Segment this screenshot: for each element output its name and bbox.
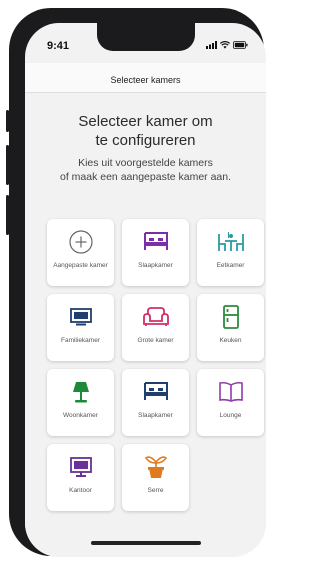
subtitle-line-2: of maak een aangepaste kamer aan. xyxy=(59,171,232,183)
room-label: Keuken xyxy=(219,337,242,344)
room-label: Grote kamer xyxy=(137,337,174,344)
screen: 9:41 Selecteer kamers Selecteer kamer om… xyxy=(25,23,266,557)
system-icons xyxy=(206,41,248,49)
page-heading: Selecteer kamer om te configureren xyxy=(25,112,266,150)
book-icon xyxy=(218,381,243,402)
room-label: Lounge xyxy=(219,412,242,419)
room-tile-slaapkamer[interactable]: Slaapkamer xyxy=(122,219,189,286)
fridge-icon xyxy=(222,305,239,329)
room-tile-serre[interactable]: Serre xyxy=(122,444,189,511)
plant-icon xyxy=(144,456,167,478)
wifi-icon xyxy=(220,41,230,49)
main-content: Selecteer kamer om te configureren Kies … xyxy=(25,94,266,557)
home-indicator[interactable] xyxy=(91,541,201,545)
device-notch xyxy=(97,23,195,51)
room-label: Slaapkamer xyxy=(138,412,173,419)
monitor-icon xyxy=(69,457,92,477)
sofa-icon xyxy=(142,307,169,326)
room-tile-kantoor[interactable]: Kantoor xyxy=(47,444,114,511)
room-tile-custom[interactable]: Aangepaste kamer xyxy=(47,219,114,286)
room-tile-lounge[interactable]: Lounge xyxy=(197,369,264,436)
room-tile-eetkamer[interactable]: Eetkamer xyxy=(197,219,264,286)
room-tile-grote-kamer[interactable]: Grote kamer xyxy=(122,294,189,361)
device-frame: 9:41 Selecteer kamers Selecteer kamer om… xyxy=(9,8,266,557)
room-label: Serre xyxy=(147,487,164,494)
heading-line-2: te configureren xyxy=(95,132,196,149)
room-tile-familiekamer[interactable]: Familiekamer xyxy=(47,294,114,361)
room-label: Slaapkamer xyxy=(138,262,173,269)
battery-icon xyxy=(233,41,248,49)
page-subtitle: Kies uit voorgestelde kamers of maak een… xyxy=(25,156,266,184)
nav-title: Selecteer kamers xyxy=(110,75,181,85)
bed-icon xyxy=(143,232,168,250)
room-label: Woonkamer xyxy=(63,412,98,419)
subtitle-line-1: Kies uit voorgestelde kamers xyxy=(78,157,213,169)
signal-icon xyxy=(206,41,217,49)
dining-table-icon xyxy=(217,232,244,251)
room-tile-woonkamer[interactable]: Woonkamer xyxy=(47,369,114,436)
room-tile-slaapkamer-2[interactable]: Slaapkamer xyxy=(122,369,189,436)
plus-circle-icon xyxy=(68,230,93,254)
room-label: Familiekamer xyxy=(60,337,100,344)
status-time: 9:41 xyxy=(47,40,70,52)
navigation-bar: Selecteer kamers xyxy=(25,63,266,93)
room-label: Aangepaste kamer xyxy=(53,262,108,269)
lamp-icon xyxy=(72,382,89,403)
room-label: Kantoor xyxy=(69,487,92,494)
bed-icon xyxy=(143,382,168,400)
room-label: Eetkamer xyxy=(216,262,245,269)
room-tile-keuken[interactable]: Keuken xyxy=(197,294,264,361)
tv-icon xyxy=(69,308,92,326)
heading-line-1: Selecteer kamer om xyxy=(78,113,213,130)
phone-mockup: 9:41 Selecteer kamers Selecteer kamer om… xyxy=(0,0,272,561)
